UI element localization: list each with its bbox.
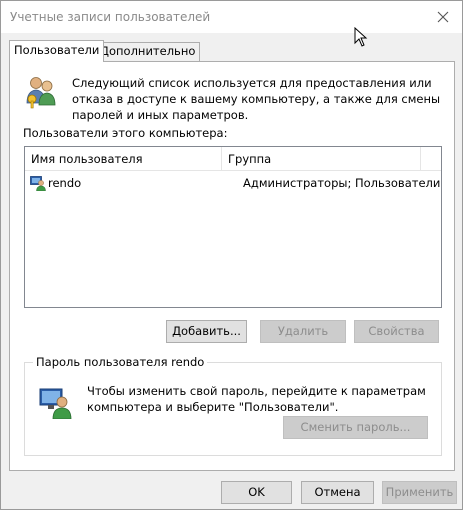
password-group-title: Пароль пользователя rendo [33,355,208,369]
add-user-button[interactable]: Добавить... [166,320,247,343]
cell-group: Администраторы; Пользователи [243,176,441,190]
tab-users[interactable]: Пользователи [9,40,105,62]
cancel-button[interactable]: Отмена [301,481,374,504]
tab-strip: Пользователи Дополнительно [9,40,449,62]
remove-user-button[interactable]: Удалить [260,320,346,343]
change-password-button[interactable]: Сменить пароль... [283,416,428,439]
users-list[interactable]: Имя пользователя Группа rendo Администра… [24,146,442,308]
title-bar: Учетные записи пользователей [1,1,462,33]
column-header-group[interactable]: Группа [222,147,421,171]
users-keys-icon [26,77,56,109]
tab-advanced[interactable]: Дополнительно [95,42,201,61]
user-admin-icon [30,176,46,191]
table-row[interactable]: rendo Администраторы; Пользователи [25,173,441,193]
apply-button[interactable]: Применить [382,481,457,504]
ok-button[interactable]: OK [221,481,292,504]
password-groupbox: Пароль пользователя rendo Чтобы изменить… [24,355,442,456]
users-tab-panel: Следующий список используется для предос… [9,61,455,471]
users-list-label: Пользователи этого компьютера: [23,126,228,140]
cell-username: rendo [48,176,82,190]
tab-advanced-label: Дополнительно [100,44,196,58]
properties-button[interactable]: Свойства [354,320,439,343]
intro-text: Следующий список используется для предос… [72,76,441,122]
close-button[interactable] [430,5,456,29]
user-monitor-icon [39,388,72,419]
password-hint-text: Чтобы изменить свой пароль, перейдите к … [87,384,426,414]
close-icon [437,11,449,23]
user-accounts-dialog: Учетные записи пользователей Пользовател… [0,0,463,510]
window-title: Учетные записи пользователей [10,10,211,24]
tab-users-label: Пользователи [14,43,100,57]
column-header-username[interactable]: Имя пользователя [25,147,222,171]
list-header: Имя пользователя Группа [25,147,441,171]
